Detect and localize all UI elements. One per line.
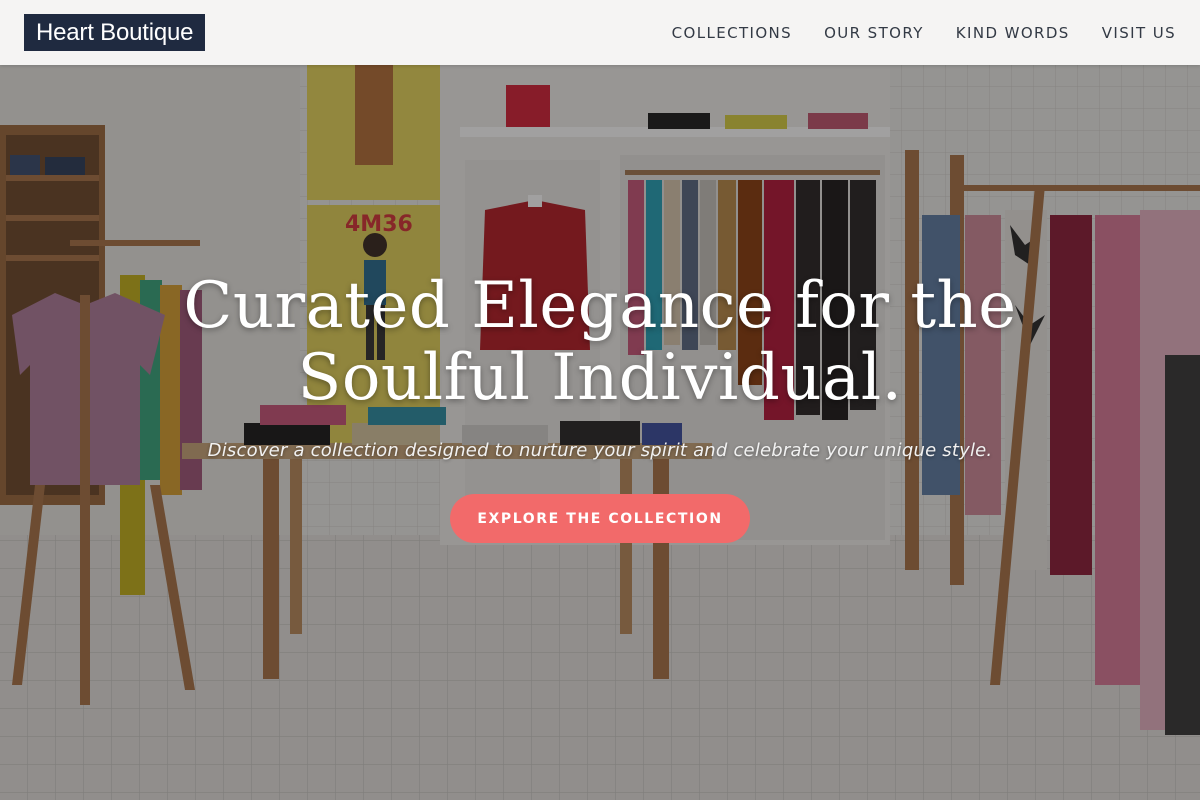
nav-our-story[interactable]: OUR STORY bbox=[824, 24, 924, 42]
hero-subheadline: Discover a collection designed to nurtur… bbox=[207, 440, 993, 461]
nav-kind-words[interactable]: KIND WORDS bbox=[956, 24, 1070, 42]
site-header: Heart Boutique COLLECTIONS OUR STORY KIN… bbox=[0, 0, 1200, 65]
hero-headline-line-1: Curated Elegance for the bbox=[183, 269, 1017, 343]
brand-logo[interactable]: Heart Boutique bbox=[24, 14, 206, 51]
nav-visit-us[interactable]: VISIT US bbox=[1102, 24, 1176, 42]
hero-section: 4M36 Curated Elegance for the Soulful In… bbox=[0, 65, 1200, 800]
main-nav: COLLECTIONS OUR STORY KIND WORDS VISIT U… bbox=[672, 24, 1176, 42]
hero-headline: Curated Elegance for the Soulful Individ… bbox=[100, 270, 1100, 414]
hero-content: Curated Elegance for the Soulful Individ… bbox=[0, 65, 1200, 800]
nav-collections[interactable]: COLLECTIONS bbox=[672, 24, 792, 42]
hero-headline-line-2: Soulful Individual. bbox=[297, 341, 903, 415]
explore-collection-button[interactable]: EXPLORE THE COLLECTION bbox=[450, 494, 750, 543]
